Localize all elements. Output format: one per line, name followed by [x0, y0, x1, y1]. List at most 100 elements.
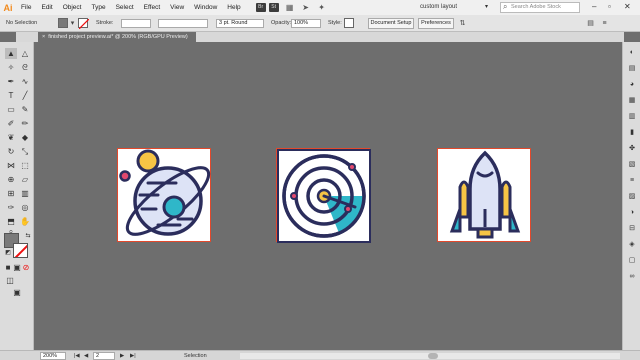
menu-effect[interactable]: Effect: [139, 4, 166, 11]
align-icon[interactable]: ⇅: [458, 19, 467, 28]
swatches-icon[interactable]: ▥: [627, 112, 637, 122]
layers-icon[interactable]: ◈: [627, 240, 637, 250]
selection-tool-icon[interactable]: ▲: [5, 48, 17, 59]
properties-icon[interactable]: ▤: [627, 64, 637, 74]
panel-dock: ◐ ▤ ◕ ▦ ▥ ▮ ✤ ▧ ≡ ▨ ◑ ⊟ ◈ ▢ ∞: [622, 42, 640, 350]
color-icon[interactable]: ◕: [627, 80, 637, 90]
panel-menu-icon[interactable]: ≡: [600, 19, 609, 28]
close-icon[interactable]: ×: [42, 34, 45, 40]
chevron-down-icon[interactable]: ▾: [68, 19, 77, 28]
shape-builder-icon[interactable]: ⊕: [5, 174, 17, 185]
control-bar: No Selection ▾ Stroke: 3 pt. Round Opaci…: [0, 15, 640, 32]
width-tool-icon[interactable]: ⋈: [5, 160, 17, 171]
eyedropper-icon[interactable]: ✑: [5, 202, 17, 213]
search-input[interactable]: Search Adobe Stock: [500, 2, 580, 13]
gpu-icon[interactable]: ✦: [317, 3, 327, 13]
opacity-label: Opacity:: [271, 20, 292, 26]
menu-window[interactable]: Window: [189, 4, 222, 11]
stroke-weight-field[interactable]: [121, 19, 151, 28]
eraser-icon[interactable]: ◆: [19, 132, 31, 143]
gradient-tool-icon[interactable]: ▥: [19, 188, 31, 199]
zoom-field[interactable]: 200%: [40, 352, 66, 360]
preferences-button[interactable]: Preferences: [418, 18, 454, 29]
last-artboard-icon[interactable]: ▶|: [130, 353, 136, 359]
hand-tool-icon[interactable]: ✋: [19, 216, 31, 227]
artboard-number-field[interactable]: 2: [93, 352, 115, 360]
minimize-icon[interactable]: –: [592, 2, 596, 11]
artboards-icon[interactable]: ▢: [627, 256, 637, 266]
mesh-tool-icon[interactable]: ⊞: [5, 188, 17, 199]
radar-icon: [277, 149, 371, 243]
line-tool-icon[interactable]: ╱: [19, 90, 31, 101]
send-icon[interactable]: ➤: [301, 3, 311, 13]
stroke-color-swatch[interactable]: [13, 243, 28, 258]
blend-tool-icon[interactable]: ◎: [19, 202, 31, 213]
curvature-tool-icon[interactable]: ∿: [19, 76, 31, 87]
rectangle-tool-icon[interactable]: ▭: [5, 104, 17, 115]
direct-selection-tool-icon[interactable]: △: [19, 48, 31, 59]
draw-mode-icon[interactable]: ◫: [4, 275, 16, 286]
previous-artboard-icon[interactable]: ◀: [84, 353, 88, 359]
graphic-styles-icon[interactable]: ▧: [627, 160, 637, 170]
pencil-icon[interactable]: ✏: [19, 118, 31, 129]
selection-status: No Selection: [6, 20, 38, 26]
radar-artboard[interactable]: [276, 148, 371, 243]
planet-artboard[interactable]: [117, 148, 211, 242]
stroke-icon[interactable]: ≡: [627, 176, 637, 186]
restore-icon[interactable]: ▫: [608, 2, 611, 11]
canvas[interactable]: [35, 42, 622, 350]
links-icon[interactable]: ∞: [627, 272, 637, 282]
horizontal-scrollbar[interactable]: [240, 353, 620, 359]
status-bar: 200% |◀ ◀ 2 ▶ ▶| Selection: [0, 350, 640, 360]
libraries-icon[interactable]: ◐: [627, 48, 637, 58]
style-swatch[interactable]: [344, 18, 354, 28]
menu-help[interactable]: Help: [222, 4, 245, 11]
rotate-tool-icon[interactable]: ↻: [5, 146, 17, 157]
next-artboard-icon[interactable]: ▶: [120, 353, 124, 359]
symbols-icon[interactable]: ✤: [627, 144, 637, 154]
align-panel-icon[interactable]: ⊟: [627, 224, 637, 234]
menu-file[interactable]: File: [16, 4, 36, 11]
magic-wand-icon[interactable]: ✧: [5, 62, 17, 73]
first-artboard-icon[interactable]: |◀: [74, 353, 80, 359]
lasso-icon[interactable]: ᘓ: [19, 62, 31, 73]
type-tool-icon[interactable]: T: [5, 90, 17, 101]
brushes-icon[interactable]: ▮: [627, 128, 637, 138]
pen-tool-icon[interactable]: ✒: [5, 76, 17, 87]
screen-mode-icon[interactable]: ▣: [11, 287, 23, 298]
default-colors-icon[interactable]: ◩: [2, 248, 14, 259]
close-icon[interactable]: ✕: [624, 2, 631, 11]
menu-select[interactable]: Select: [111, 4, 139, 11]
color-guide-icon[interactable]: ▦: [627, 96, 637, 106]
transparency-icon[interactable]: ◑: [627, 208, 637, 218]
menu-edit[interactable]: Edit: [36, 4, 57, 11]
style-label: Style:: [328, 20, 342, 26]
perspective-grid-icon[interactable]: ▱: [19, 174, 31, 185]
brush-select[interactable]: 3 pt. Round: [216, 19, 264, 28]
workspace-switcher[interactable]: custom layout: [414, 2, 490, 13]
fill-swatch[interactable]: [58, 18, 68, 28]
bridge-button[interactable]: Br: [255, 3, 266, 12]
free-transform-icon[interactable]: ⬚: [19, 160, 31, 171]
stock-button[interactable]: St: [268, 3, 279, 12]
blob-brush-icon[interactable]: ❦: [5, 132, 17, 143]
shaper-tool-icon[interactable]: ✐: [5, 118, 17, 129]
stroke-swatch[interactable]: [78, 18, 90, 30]
grid-icon[interactable]: ▦: [285, 3, 295, 13]
scale-tool-icon[interactable]: ⤡: [19, 146, 31, 157]
document-tab[interactable]: × finished project preview.ai* @ 200% (RG…: [38, 32, 196, 42]
gradient-icon[interactable]: ▨: [627, 192, 637, 202]
arrange-documents-icon[interactable]: ▤: [586, 19, 595, 28]
scrollbar-thumb[interactable]: [428, 353, 438, 359]
paintbrush-icon[interactable]: ✎: [19, 104, 31, 115]
menu-type[interactable]: Type: [86, 4, 110, 11]
swap-colors-icon[interactable]: ⇆: [22, 231, 34, 242]
variable-width-field[interactable]: [158, 19, 208, 28]
rocket-artboard[interactable]: [437, 148, 531, 242]
menu-object[interactable]: Object: [58, 4, 87, 11]
opacity-field[interactable]: 100%: [291, 19, 321, 28]
none-mode-icon[interactable]: ⊘: [20, 262, 32, 273]
no-stroke-icon: [78, 18, 90, 30]
menu-view[interactable]: View: [165, 4, 189, 11]
document-setup-button[interactable]: Document Setup: [368, 18, 414, 29]
